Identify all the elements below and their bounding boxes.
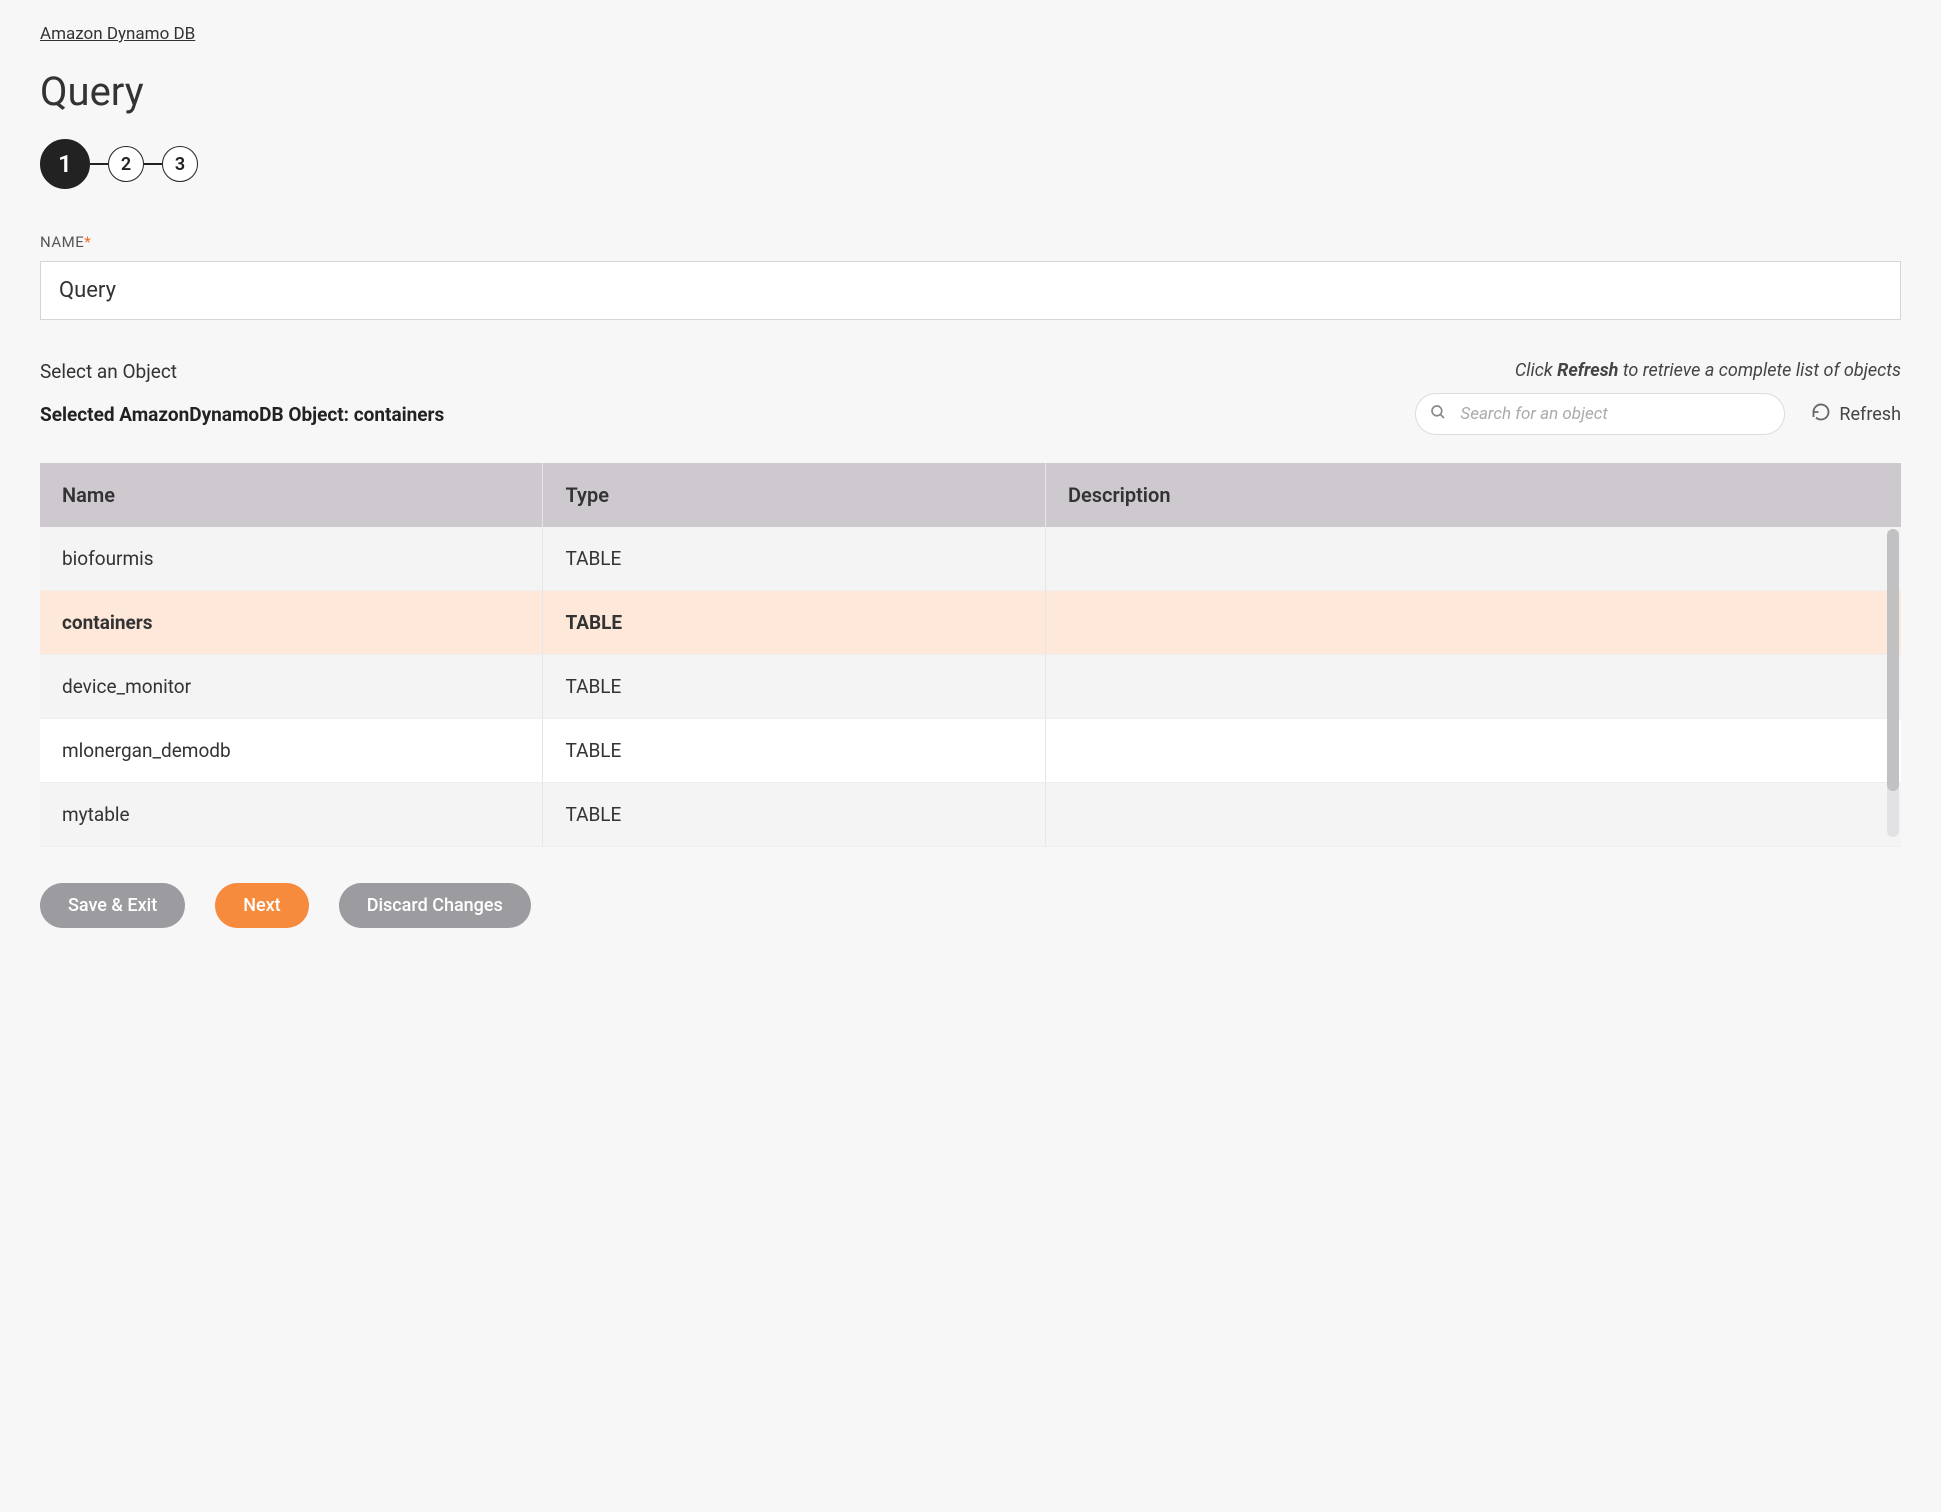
table-cell-description — [1045, 527, 1901, 591]
column-header-name[interactable]: Name — [40, 463, 542, 527]
refresh-label: Refresh — [1839, 404, 1901, 425]
step-2[interactable]: 2 — [108, 146, 144, 182]
name-input[interactable] — [40, 261, 1901, 320]
search-input[interactable] — [1415, 393, 1785, 435]
table-cell-name: biofourmis — [40, 527, 542, 591]
table-row[interactable]: device_monitorTABLE — [40, 655, 1901, 719]
search-wrap — [1415, 393, 1785, 435]
column-header-description[interactable]: Description — [1045, 463, 1901, 527]
scrollbar[interactable] — [1887, 529, 1899, 837]
table-cell-type: TABLE — [542, 783, 1044, 847]
object-table: Name Type Description biofourmisTABLEcon… — [40, 463, 1901, 847]
search-icon — [1429, 403, 1447, 425]
select-object-label: Select an Object — [40, 360, 177, 383]
step-3[interactable]: 3 — [162, 146, 198, 182]
table-cell-name: device_monitor — [40, 655, 542, 719]
table-cell-type: TABLE — [542, 591, 1044, 655]
table-cell-name: containers — [40, 591, 542, 655]
breadcrumb-link[interactable]: Amazon Dynamo DB — [40, 24, 195, 44]
scrollbar-thumb[interactable] — [1887, 529, 1899, 791]
selected-object-text: Selected AmazonDynamoDB Object: containe… — [40, 403, 444, 426]
object-table-container: Name Type Description biofourmisTABLEcon… — [40, 463, 1901, 847]
step-connector — [144, 163, 162, 165]
step-1[interactable]: 1 — [40, 139, 90, 189]
table-cell-type: TABLE — [542, 655, 1044, 719]
table-row[interactable]: mlonergan_demodbTABLE — [40, 719, 1901, 783]
save-exit-button[interactable]: Save & Exit — [40, 883, 185, 928]
table-cell-description — [1045, 591, 1901, 655]
page-title: Query — [40, 68, 1901, 115]
table-cell-name: mytable — [40, 783, 542, 847]
refresh-hint: Click Refresh to retrieve a complete lis… — [1515, 360, 1901, 381]
table-cell-description — [1045, 783, 1901, 847]
table-cell-type: TABLE — [542, 527, 1044, 591]
refresh-button[interactable]: Refresh — [1811, 402, 1901, 427]
table-row[interactable]: biofourmisTABLE — [40, 527, 1901, 591]
table-cell-description — [1045, 655, 1901, 719]
refresh-icon — [1811, 402, 1831, 427]
step-connector — [90, 163, 108, 165]
table-row[interactable]: mytableTABLE — [40, 783, 1901, 847]
stepper: 1 2 3 — [40, 139, 1901, 189]
button-row: Save & Exit Next Discard Changes — [40, 883, 1901, 928]
table-row[interactable]: containersTABLE — [40, 591, 1901, 655]
column-header-type[interactable]: Type — [542, 463, 1044, 527]
required-indicator: * — [84, 233, 91, 251]
name-field-label: NAME* — [40, 233, 1901, 251]
discard-button[interactable]: Discard Changes — [339, 883, 531, 928]
table-cell-description — [1045, 719, 1901, 783]
next-button[interactable]: Next — [215, 883, 308, 928]
table-cell-type: TABLE — [542, 719, 1044, 783]
table-cell-name: mlonergan_demodb — [40, 719, 542, 783]
